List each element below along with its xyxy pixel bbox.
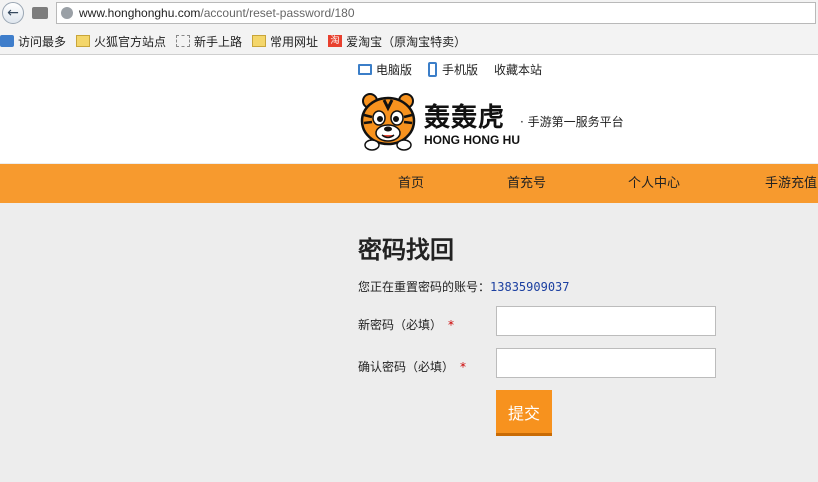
- new-password-label: 新密码（必填） *: [358, 318, 455, 332]
- url-path: /account/reset-password/180: [200, 6, 355, 20]
- nav-first-recharge[interactable]: 首充号: [507, 164, 546, 203]
- site-header: 电脑版 手机版 收藏本站 轰轰虎 HONG HONG HU · 手游第一服务平台: [0, 55, 818, 163]
- submit-button[interactable]: 提交: [496, 390, 552, 436]
- confirm-password-input[interactable]: [496, 348, 716, 378]
- mobile-version-link[interactable]: 手机版: [428, 61, 478, 78]
- bookmarks-bar: 访问最多 火狐官方站点 新手上路 常用网址 淘爱淘宝（原淘宝特卖）: [0, 30, 818, 52]
- bookmark-most-visited[interactable]: 访问最多: [0, 33, 66, 50]
- account-info: 您正在重置密码的账号：13835909037: [358, 280, 570, 294]
- back-arrow-icon[interactable]: ←: [2, 2, 24, 24]
- confirm-password-label: 确认密码（必填） *: [358, 360, 467, 374]
- required-mark: *: [460, 360, 467, 374]
- top-links: 电脑版 手机版 收藏本站: [358, 61, 558, 78]
- tiger-mascot-icon: [360, 93, 416, 151]
- main-nav: 首页 首充号 个人中心 手游充值: [0, 164, 818, 203]
- account-number: 13835909037: [490, 280, 570, 294]
- logo-subtitle: HONG HONG HU: [424, 133, 520, 147]
- bookmark-common-sites[interactable]: 常用网址: [252, 33, 318, 50]
- bookmark-getting-started[interactable]: 新手上路: [176, 33, 242, 50]
- tab-list-icon[interactable]: [32, 7, 48, 19]
- phone-icon: [428, 62, 438, 77]
- nav-user-center[interactable]: 个人中心: [628, 164, 680, 203]
- page-title: 密码找回: [358, 236, 454, 264]
- bookmark-firefox-site[interactable]: 火狐官方站点: [76, 33, 166, 50]
- bookmark-ai-taobao[interactable]: 淘爱淘宝（原淘宝特卖）: [328, 33, 466, 50]
- site-logo[interactable]: 轰轰虎 HONG HONG HU · 手游第一服务平台: [358, 91, 658, 155]
- nav-home[interactable]: 首页: [398, 164, 424, 203]
- address-bar[interactable]: www.honghonghu.com/account/reset-passwor…: [56, 2, 816, 24]
- pc-version-link[interactable]: 电脑版: [358, 61, 412, 78]
- monitor-icon: [358, 64, 372, 75]
- new-password-input[interactable]: [496, 306, 716, 336]
- page: 电脑版 手机版 收藏本站 轰轰虎 HONG HONG HU · 手游第一服务平台…: [0, 55, 818, 482]
- site-slogan: · 手游第一服务平台: [520, 115, 624, 129]
- url-host: www.honghonghu.com: [79, 6, 201, 20]
- required-mark: *: [448, 318, 455, 332]
- logo-title: 轰轰虎: [424, 103, 506, 133]
- browser-navbar: ← www.honghonghu.com/account/reset-passw…: [0, 0, 818, 26]
- bookmark-site-link[interactable]: 收藏本站: [494, 61, 542, 78]
- folder-icon: [76, 35, 91, 47]
- page-icon: [0, 35, 14, 47]
- globe-icon: [61, 7, 73, 19]
- taobao-icon: 淘: [328, 35, 343, 47]
- browser-chrome: ← www.honghonghu.com/account/reset-passw…: [0, 0, 818, 55]
- folder-icon: [252, 35, 267, 47]
- nav-game-recharge[interactable]: 手游充值: [765, 164, 817, 203]
- blank-page-icon: [176, 35, 191, 47]
